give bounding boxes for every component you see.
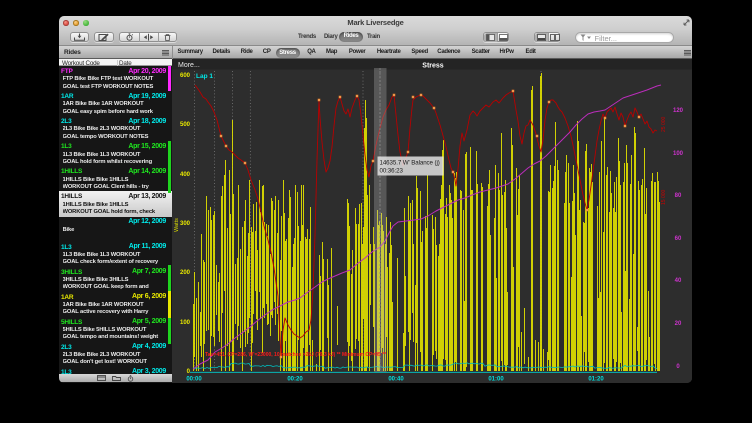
svg-text:80: 80 <box>675 193 682 199</box>
svg-text:300: 300 <box>180 221 191 227</box>
svg-text:100: 100 <box>180 320 191 326</box>
svg-text:Tau=451, CP=286, W'=23000, 10: Tau=451, CP=286, W'=23000, 10 matches >2… <box>205 352 386 358</box>
svg-text:20: 20 <box>675 321 682 327</box>
svg-text:40: 40 <box>675 278 682 284</box>
svg-text:25 000: 25 000 <box>661 116 667 132</box>
svg-text:200: 200 <box>180 270 191 276</box>
svg-text:400: 400 <box>180 172 191 178</box>
svg-text:00:40: 00:40 <box>388 377 404 383</box>
svg-text:00:20: 00:20 <box>287 377 303 383</box>
svg-text:14635.7 W' Balance (j): 14635.7 W' Balance (j) <box>380 160 440 167</box>
svg-text:Lap 1: Lap 1 <box>196 73 213 80</box>
svg-text:600: 600 <box>180 73 191 79</box>
svg-text:Watts: Watts <box>174 218 180 232</box>
svg-text:500: 500 <box>180 122 191 128</box>
svg-text:60: 60 <box>675 236 682 242</box>
svg-text:15 000: 15 000 <box>661 189 667 205</box>
svg-text:01:20: 01:20 <box>588 377 604 383</box>
svg-text:More...: More... <box>178 62 200 69</box>
svg-text:01:00: 01:00 <box>488 377 504 383</box>
svg-text:Stress: Stress <box>422 63 444 70</box>
svg-text:120: 120 <box>673 108 684 114</box>
svg-text:100: 100 <box>673 151 684 157</box>
svg-text:00:36:23: 00:36:23 <box>380 168 404 175</box>
svg-text:00:00: 00:00 <box>186 377 202 383</box>
